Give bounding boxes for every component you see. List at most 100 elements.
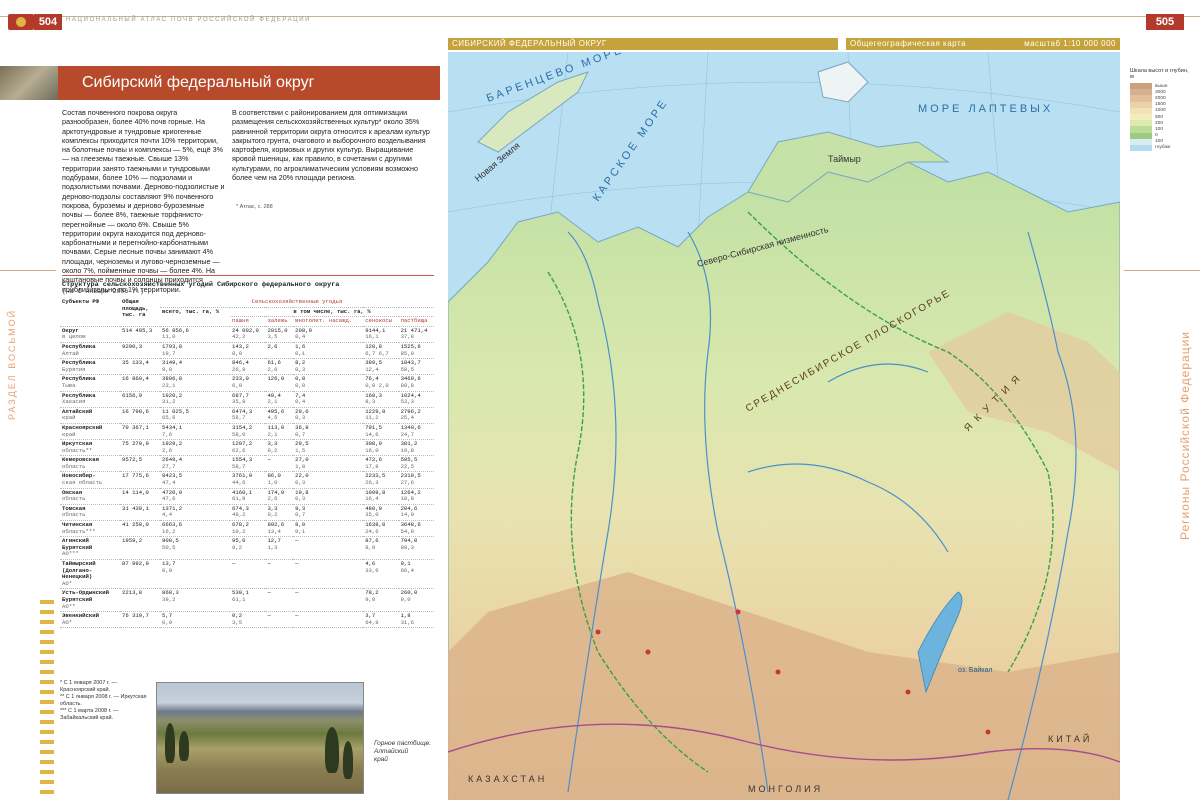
legend-value: 100 [1155,139,1164,145]
legend-value: 1500 [1155,102,1166,108]
value-cell: 86,0 1,0 [265,471,294,489]
table-row: Округ в целом 514 495,3 56 856,6 11,0 24 002,… [60,326,434,343]
value-pct: 0,0 [295,381,306,389]
value-pct: 0,7 [295,511,306,519]
area-cell: 1959,2 [120,536,160,560]
map-header-strip: СИБИРСКИЙ ФЕДЕРАЛЬНЫЙ ОКРУГ Общегеографи… [448,38,1120,50]
value-abs: — [267,456,271,464]
value-pct: 0,7 [295,430,306,438]
region-name-sub: область*** [62,527,96,535]
value-cell: 13,7 0,0 [160,559,231,590]
value-cell: 56 856,6 11,0 [160,326,231,343]
value-pct: 0,0 2,0 [365,381,389,389]
value-cell: 381,2 19,8 [398,439,434,457]
value-abs: 8,2 [295,359,306,367]
area-cell: 76 319,7 [120,611,160,629]
region-name: Округ в целом [60,326,120,343]
region-name-sub: область [62,462,86,470]
region-name-sub: край [62,430,76,438]
th-col: многолет. насажд. [293,316,364,327]
value-pct: 0,3 [295,479,306,487]
footnote: ** С 1 января 2008 г. — Иркутская област… [60,694,147,707]
tree-shape [165,723,175,763]
value-cell: 40,4 2,1 [265,391,294,408]
value-pct: 2,1 [267,430,278,438]
value-pct: 17,8 [365,462,379,470]
value-pct: 0,3 [295,495,306,503]
region-name: Республика Бурятия [60,358,120,376]
value-pct: 7,6 [162,430,173,438]
table-footnotes: * С 1 января 2007 г. — Красноярский край… [60,680,150,722]
value-pct: 19,8 [400,446,415,454]
value-abs: — [295,537,299,545]
value-pct: 8,3 [365,398,376,406]
tree-shape [325,727,339,773]
value-pct: 0,2 [267,446,278,454]
atlas-emblem-icon [8,14,34,30]
value-pct: 8,0 [232,349,243,357]
value-pct: 0,2 [267,511,278,519]
value-pct: 14,9 [400,511,415,519]
region-name-sub: в целом [62,333,86,341]
value-pct: 58,5 [400,365,415,373]
region-name-sub: область [62,511,86,519]
value-pct: 0,0 [162,618,173,626]
th-agri: Сельскохозяйственные угодья [160,298,434,308]
region-name: Читинская область*** [60,520,120,538]
header-rule [600,16,1200,30]
value-cell: 1340,6 24,7 [398,423,434,441]
value-cell: 2319,5 27,6 [398,471,434,489]
value-pct: 23,1 [162,381,176,389]
china-label: КИТАЙ [1048,733,1092,744]
value-cell: 260,0 9,0 [398,588,434,613]
area-cell: 514 495,3 [120,326,160,343]
legend-value: 2000 [1155,95,1166,101]
region-name: Омская область [60,488,120,505]
laptev-sea-label: МОРЕ ЛАПТЕВЫХ [918,103,1053,115]
th-incl: в том числе, тыс. га, % [230,307,434,318]
value-abs: — [267,612,271,620]
region-name: Томская область [60,504,120,522]
value-pct: 33,6 [365,566,379,574]
value-cell: — [293,588,364,613]
value-abs: 208,9 [295,326,312,334]
value-abs: — [267,560,271,567]
value-cell: 2649,4 27,7 [160,455,231,473]
value-pct: 13,4 [267,527,281,535]
value-cell: 674,3 49,2 [230,504,266,522]
value-cell: 908,5 50,5 [160,536,231,560]
value-cell: 0,8 0,0 [293,374,364,392]
table-row: Таймырский (Долгано-Ненецкий) АО* 87 992,9… [60,559,434,590]
value-pct: 3,5 [267,333,278,341]
value-cell: 12,7 1,3 [265,536,294,560]
value-pct: 11,0 [162,333,176,341]
value-pct: 12,4 [365,365,379,373]
value-pct: 26,9 [232,365,246,373]
value-pct: 39,2 [162,595,176,603]
value-pct: 2,0 [267,365,278,373]
value-cell: 21 471,4 37,8 [398,326,434,343]
area-cell: 2213,8 [120,588,160,613]
value-pct: 65,6 [162,414,176,422]
footnote: *** С 1 марта 2008 г. — Забайкальский кр… [60,708,119,721]
value-pct: 2,6 [267,495,278,503]
value-cell: 61,6 2,0 [265,358,294,376]
title-photo [0,66,58,100]
map-district-title: СИБИРСКИЙ ФЕДЕРАЛЬНЫЙ ОКРУГ [452,39,607,48]
value-pct: 80,3 [400,543,415,551]
value-cell: 120,8 6,7 6,7 [363,342,399,360]
value-cell: 678,2 10,2 [230,520,266,538]
legend-swatch [1130,144,1152,152]
pasture-photo [156,682,364,794]
region-name-sub: область [62,495,86,503]
value-pct: 9,0 [400,595,411,603]
region-name-sub: область** [62,446,93,454]
value-cell: 1843,7 58,5 [398,358,434,376]
value-cell: 29,5 1,5 [293,439,364,457]
value-abs: — [295,589,299,597]
value-pct: 16,4 [365,495,379,503]
value-abs: 1,6 [295,342,306,350]
value-pct: 24,7 [400,430,415,438]
area-cell: 17 775,6 [120,471,160,489]
value-pct: 58,0 [232,430,246,438]
